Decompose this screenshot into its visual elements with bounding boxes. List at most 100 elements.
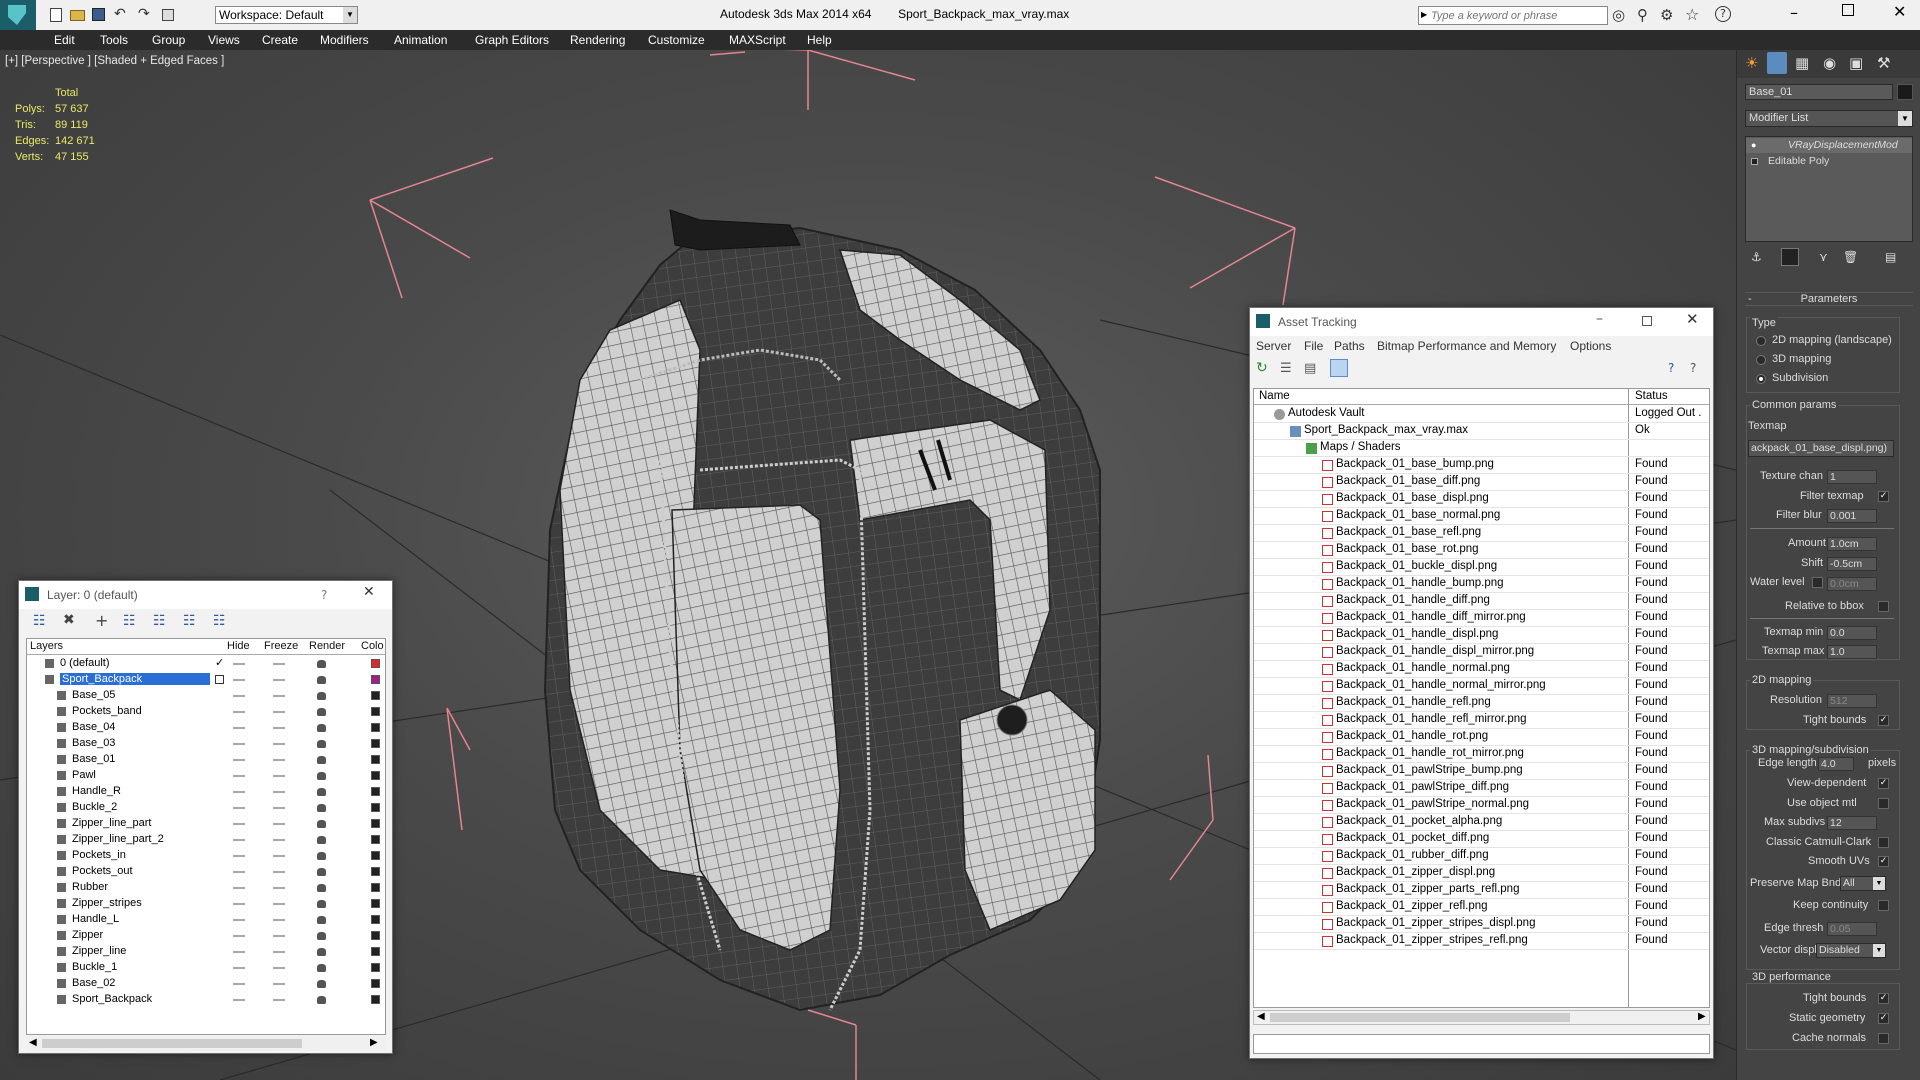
radio-button[interactable] bbox=[1756, 355, 1766, 365]
hide-toggle[interactable] bbox=[233, 935, 245, 937]
asset-map-row[interactable]: Backpack_01_pawlStripe_bump.png Found bbox=[1254, 763, 1709, 780]
layer-color-swatch[interactable] bbox=[371, 707, 380, 716]
modifier-list-dropdown[interactable]: Modifier List ▼ bbox=[1745, 110, 1913, 127]
menu-create[interactable]: Create bbox=[262, 33, 298, 47]
hide-toggle[interactable] bbox=[233, 743, 245, 745]
show-end-result-icon[interactable] bbox=[1781, 248, 1799, 266]
asset-menu-server[interactable]: Server bbox=[1256, 339, 1291, 353]
freeze-toggle[interactable] bbox=[273, 967, 285, 969]
layer-horizontal-scrollbar[interactable]: ◀ ▶ bbox=[26, 1036, 386, 1051]
freeze-toggle[interactable] bbox=[273, 727, 285, 729]
layer-row[interactable]: Zipper_line bbox=[27, 944, 385, 960]
asset-map-row[interactable]: Backpack_01_handle_rot.png Found bbox=[1254, 729, 1709, 746]
maximize-button[interactable] bbox=[1842, 4, 1854, 16]
radio-button-selected[interactable] bbox=[1756, 374, 1766, 384]
asset-map-row[interactable]: Backpack_01_base_refl.png Found bbox=[1254, 525, 1709, 542]
modify-tab-icon[interactable] bbox=[1767, 52, 1787, 74]
asset-menu-options[interactable]: Options bbox=[1570, 339, 1611, 353]
render-teapot-icon[interactable] bbox=[317, 900, 326, 908]
close-button[interactable]: ✕ bbox=[363, 584, 375, 600]
layer-row[interactable]: Zipper_line_part_2 bbox=[27, 832, 385, 848]
hide-toggle[interactable] bbox=[233, 951, 245, 953]
hide-toggle[interactable] bbox=[233, 775, 245, 777]
render-teapot-icon[interactable] bbox=[317, 724, 326, 732]
layer-color-swatch[interactable] bbox=[371, 835, 380, 844]
freeze-toggle[interactable] bbox=[273, 887, 285, 889]
star-icon[interactable]: ☆ bbox=[1685, 5, 1699, 24]
layer-row[interactable]: Handle_L bbox=[27, 912, 385, 928]
column-header-name[interactable]: Name bbox=[1259, 390, 1290, 402]
redo-icon[interactable]: ↷ bbox=[138, 6, 150, 22]
hide-toggle[interactable] bbox=[233, 791, 245, 793]
horizontal-scrollbar[interactable]: ◀ ▶ bbox=[1253, 1010, 1710, 1025]
viewport-label[interactable]: [+] [Perspective ] [Shaded + Edged Faces… bbox=[5, 55, 224, 67]
asset-row[interactable]: Sport_Backpack_max_vray.max Ok bbox=[1254, 423, 1709, 440]
keep-continuity-checkbox[interactable] bbox=[1878, 900, 1889, 911]
asset-map-row[interactable]: Backpack_01_handle_diff_mirror.png Found bbox=[1254, 610, 1709, 627]
hide-toggle[interactable] bbox=[233, 903, 245, 905]
column-header-color[interactable]: Colo bbox=[361, 640, 384, 652]
render-teapot-icon[interactable] bbox=[317, 868, 326, 876]
hide-toggle[interactable] bbox=[233, 759, 245, 761]
asset-map-row[interactable]: Backpack_01_zipper_parts_refl.png Found bbox=[1254, 882, 1709, 899]
hide-toggle[interactable] bbox=[233, 855, 245, 857]
render-teapot-icon[interactable] bbox=[317, 996, 326, 1004]
freeze-toggle[interactable] bbox=[273, 951, 285, 953]
freeze-toggle[interactable] bbox=[273, 791, 285, 793]
asset-map-row[interactable]: Backpack_01_handle_normal_mirror.png Foun… bbox=[1254, 678, 1709, 695]
render-teapot-icon[interactable] bbox=[317, 740, 326, 748]
scroll-right-icon[interactable]: ▶ bbox=[370, 1037, 378, 1048]
hide-toggle[interactable] bbox=[233, 999, 245, 1001]
radio-button[interactable] bbox=[1756, 336, 1766, 346]
layer-color-swatch[interactable] bbox=[371, 723, 380, 732]
texture-chan-spinner[interactable]: 1 bbox=[1827, 470, 1877, 484]
hierarchy-tab-icon[interactable]: ▦ bbox=[1795, 54, 1809, 72]
render-teapot-icon[interactable] bbox=[317, 756, 326, 764]
water-level-checkbox[interactable] bbox=[1812, 577, 1823, 588]
hide-toggle[interactable] bbox=[233, 679, 245, 681]
hide-toggle[interactable] bbox=[233, 727, 245, 729]
asset-map-row[interactable]: Backpack_01_buckle_displ.png Found bbox=[1254, 559, 1709, 576]
maximize-button[interactable] bbox=[1642, 316, 1652, 326]
layer-row[interactable]: Pawl bbox=[27, 768, 385, 784]
layer-row[interactable]: Sport_Backpack bbox=[27, 992, 385, 1008]
asset-map-row[interactable]: Backpack_01_pocket_diff.png Found bbox=[1254, 831, 1709, 848]
menu-modifiers[interactable]: Modifiers bbox=[320, 33, 369, 47]
layer-color-swatch[interactable] bbox=[371, 931, 380, 940]
hide-toggle[interactable] bbox=[233, 887, 245, 889]
layer-color-swatch[interactable] bbox=[371, 947, 380, 956]
freeze-toggle[interactable] bbox=[273, 919, 285, 921]
asset-map-row[interactable]: Backpack_01_zipper_stripes_displ.png Foun… bbox=[1254, 916, 1709, 933]
key-icon[interactable]: ⚲ bbox=[1637, 6, 1648, 24]
texmap-button[interactable]: ackpack_01_base_displ.png) bbox=[1748, 440, 1894, 457]
undo-icon[interactable]: ↶ bbox=[114, 6, 126, 22]
layer-row[interactable]: Sport_Backpack bbox=[27, 672, 385, 688]
asset-menu-paths[interactable]: Paths bbox=[1334, 339, 1365, 353]
pin-stack-icon[interactable]: ⚓ bbox=[1751, 250, 1762, 264]
highlight-layer-icon[interactable]: ☷ bbox=[153, 613, 166, 629]
texmap-max-spinner[interactable]: 1.0 bbox=[1827, 645, 1877, 659]
layer-row[interactable]: Pockets_band bbox=[27, 704, 385, 720]
layer-color-swatch[interactable] bbox=[371, 675, 380, 684]
render-teapot-icon[interactable] bbox=[317, 676, 326, 684]
freeze-toggle[interactable] bbox=[273, 903, 285, 905]
menu-views[interactable]: Views bbox=[208, 33, 240, 47]
freeze-toggle[interactable] bbox=[273, 983, 285, 985]
save-icon[interactable] bbox=[92, 8, 105, 21]
asset-map-row[interactable]: Backpack_01_handle_displ_mirror.png Found bbox=[1254, 644, 1709, 661]
lightbulb-icon[interactable]: ● bbox=[1751, 138, 1756, 153]
layer-color-swatch[interactable] bbox=[371, 691, 380, 700]
use-object-mtl-checkbox[interactable] bbox=[1878, 798, 1889, 809]
scroll-right-icon[interactable]: ▶ bbox=[1698, 1011, 1706, 1022]
asset-menu-file[interactable]: File bbox=[1304, 339, 1323, 353]
asset-map-row[interactable]: Backpack_01_handle_diff.png Found bbox=[1254, 593, 1709, 610]
freeze-toggle[interactable] bbox=[273, 711, 285, 713]
active-layer-checkbox[interactable] bbox=[215, 675, 224, 684]
menu-maxscript[interactable]: MAXScript bbox=[729, 33, 786, 47]
filter-blur-spinner[interactable]: 0.001 bbox=[1827, 509, 1877, 523]
asset-map-row[interactable]: Backpack_01_base_diff.png Found bbox=[1254, 474, 1709, 491]
layer-color-swatch[interactable] bbox=[371, 739, 380, 748]
layer-row[interactable]: Base_03 bbox=[27, 736, 385, 752]
freeze-toggle[interactable] bbox=[273, 999, 285, 1001]
modifier-stack-item[interactable]: ● VRayDisplacementMod bbox=[1746, 138, 1912, 153]
